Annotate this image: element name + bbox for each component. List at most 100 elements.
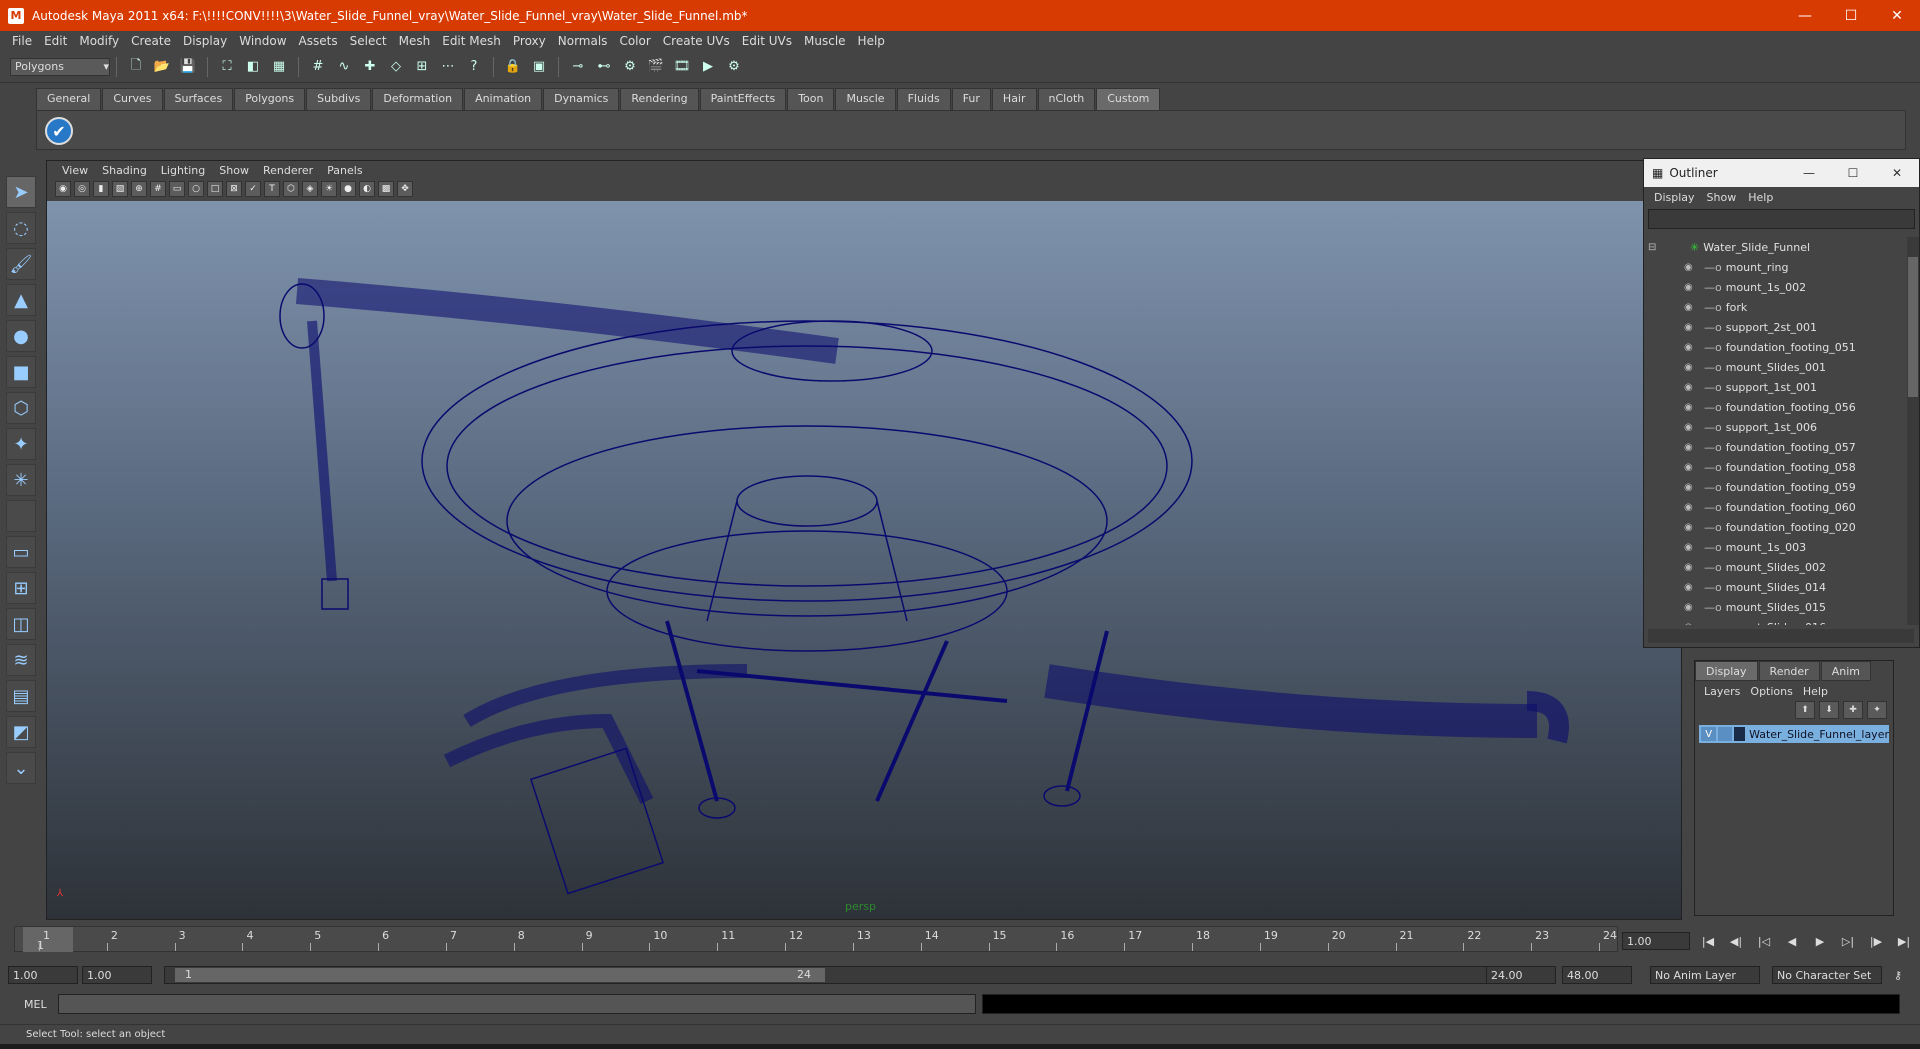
manipulator-tool-icon[interactable]: ⬡ xyxy=(6,392,36,424)
snap-grid-icon[interactable]: # xyxy=(307,56,329,78)
animation-end-field[interactable]: 48.00 xyxy=(1562,966,1632,984)
menu-edit[interactable]: Edit xyxy=(38,34,73,48)
outliner-item[interactable]: ◉ —o mount_Slides_016 xyxy=(1648,617,1906,626)
layer-visibility-toggle[interactable]: V xyxy=(1701,727,1717,741)
scale-tool-icon[interactable]: ■ xyxy=(6,356,36,388)
outliner-filter-input[interactable] xyxy=(1648,209,1915,229)
menu-file[interactable]: File xyxy=(6,34,38,48)
select-highlight-icon[interactable]: ▣ xyxy=(528,56,550,78)
maximize-button[interactable]: ☐ xyxy=(1828,0,1874,31)
image-plane-icon[interactable]: ▧ xyxy=(112,181,128,197)
play-backward-icon[interactable]: ◀ xyxy=(1778,932,1806,950)
safe-action-icon[interactable]: ○ xyxy=(188,181,204,197)
snap-curve-icon[interactable]: ∿ xyxy=(333,56,355,78)
shelf-tab-deformation[interactable]: Deformation xyxy=(372,88,464,110)
new-scene-icon[interactable]: 🗋 xyxy=(125,56,147,78)
render-current-icon[interactable]: 🎞 xyxy=(671,56,693,78)
shelf-tab-dynamics[interactable]: Dynamics xyxy=(543,88,620,110)
move-layer-up-icon[interactable]: ⬆ xyxy=(1795,701,1815,719)
character-set-dropdown[interactable]: No Character Set xyxy=(1772,966,1882,984)
rotate-tool-icon[interactable]: ● xyxy=(6,320,36,352)
mel-label[interactable]: MEL xyxy=(8,998,58,1011)
wire-on-shaded-icon[interactable]: ⬡ xyxy=(283,181,299,197)
collapse-icon[interactable]: ⊟ xyxy=(1648,242,1662,253)
step-forward-key-icon[interactable]: |▶ xyxy=(1862,932,1890,950)
menu-mesh[interactable]: Mesh xyxy=(393,34,437,48)
range-slider-track[interactable]: 1 24 xyxy=(164,966,1490,984)
ipr-render-icon[interactable]: ▶ xyxy=(697,56,719,78)
outliner-item[interactable]: ◉ —o mount_Slides_001 xyxy=(1648,357,1906,377)
mel-input[interactable] xyxy=(58,994,976,1014)
history-icon[interactable]: ⋯ xyxy=(437,56,459,78)
outliner-item[interactable]: ◉ —o mount_1s_002 xyxy=(1648,277,1906,297)
hypershade-layout-icon[interactable]: ◩ xyxy=(6,716,36,748)
outliner-item[interactable]: ◉ —o foundation_footing_020 xyxy=(1648,517,1906,537)
camera-attrs-icon[interactable]: ◎ xyxy=(74,181,90,197)
open-scene-icon[interactable]: 📂 xyxy=(151,56,173,78)
shelf-tab-fluids[interactable]: Fluids xyxy=(896,88,951,110)
soft-mod-tool-icon[interactable]: ✦ xyxy=(6,428,36,460)
shadows-icon[interactable]: ◐ xyxy=(359,181,375,197)
outliner-item[interactable]: ◉ —o mount_Slides_014 xyxy=(1648,577,1906,597)
smooth-shade-icon[interactable]: ✓ xyxy=(245,181,261,197)
close-button[interactable]: ✕ xyxy=(1874,0,1920,31)
shelf-tab-general[interactable]: General xyxy=(36,88,102,110)
outliner-close-button[interactable]: ✕ xyxy=(1875,166,1919,180)
shelf-tab-hair[interactable]: Hair xyxy=(991,88,1037,110)
shelf-tab-surfaces[interactable]: Surfaces xyxy=(163,88,234,110)
single-pane-layout-icon[interactable]: ▭ xyxy=(6,536,36,568)
camera-select-icon[interactable]: ◉ xyxy=(55,181,71,197)
shelf-tab-polygons[interactable]: Polygons xyxy=(234,88,306,110)
outliner-menu-help[interactable]: Help xyxy=(1742,191,1779,204)
outliner-item[interactable]: ◉ —o foundation_footing_060 xyxy=(1648,497,1906,517)
outliner-vertical-scrollbar[interactable] xyxy=(1907,237,1919,625)
resolution-gate-icon[interactable]: ⊕ xyxy=(131,181,147,197)
outliner-item[interactable]: ◉ —o fork xyxy=(1648,297,1906,317)
persp-outliner-layout-icon[interactable]: ▤ xyxy=(6,680,36,712)
shelf-tab-curves[interactable]: Curves xyxy=(102,88,163,110)
help-icon[interactable]: ? xyxy=(463,56,485,78)
menu-window[interactable]: Window xyxy=(233,34,292,48)
menu-assets[interactable]: Assets xyxy=(293,34,344,48)
animation-start-field[interactable]: 1.00 xyxy=(8,966,78,984)
select-tool-icon[interactable]: ➤ xyxy=(6,176,36,208)
outliner-item[interactable]: ◉ —o support_1st_006 xyxy=(1648,417,1906,437)
shelf-tab-ncloth[interactable]: nCloth xyxy=(1037,88,1096,110)
side-by-side-layout-icon[interactable]: ◫ xyxy=(6,608,36,640)
outliner-item[interactable]: ◉ —o foundation_footing_058 xyxy=(1648,457,1906,477)
move-layer-down-icon[interactable]: ⬇ xyxy=(1819,701,1839,719)
mode-selector[interactable]: Polygons ▾ xyxy=(10,57,110,76)
construction-history-icon[interactable]: ⚙ xyxy=(619,56,641,78)
outliner-menu-show[interactable]: Show xyxy=(1701,191,1743,204)
snap-plane-icon[interactable]: ◇ xyxy=(385,56,407,78)
outliner-item[interactable]: ◉ —o foundation_footing_051 xyxy=(1648,337,1906,357)
layer-name[interactable]: Water_Slide_Funnel_layer xyxy=(1749,728,1889,741)
new-layer-icon[interactable]: ✚ xyxy=(1843,701,1863,719)
menu-muscle[interactable]: Muscle xyxy=(798,34,852,48)
layer-tab-anim[interactable]: Anim xyxy=(1820,661,1871,681)
outliner-minimize-button[interactable]: — xyxy=(1787,166,1831,180)
viewport-menu-show[interactable]: Show xyxy=(212,164,256,177)
persp-graph-layout-icon[interactable]: ≋ xyxy=(6,644,36,676)
menu-color[interactable]: Color xyxy=(613,34,656,48)
render-view-icon[interactable]: 🎬 xyxy=(645,56,667,78)
select-object-icon[interactable]: ◧ xyxy=(242,56,264,78)
menu-create-uvs[interactable]: Create UVs xyxy=(657,34,736,48)
go-to-end-icon[interactable]: ▶| xyxy=(1890,932,1918,950)
layer-row[interactable]: V Water_Slide_Funnel_layer xyxy=(1699,725,1889,743)
play-forward-icon[interactable]: ▶ xyxy=(1806,932,1834,950)
last-tool-icon[interactable]: ✳ xyxy=(6,464,36,496)
move-tool-icon[interactable]: ▲ xyxy=(6,284,36,316)
key-icon[interactable]: ⚷ xyxy=(1894,969,1910,982)
outliner-maximize-button[interactable]: ☐ xyxy=(1831,166,1875,180)
viewport-canvas[interactable]: ⅄ persp xyxy=(47,201,1681,919)
menu-edit-uvs[interactable]: Edit UVs xyxy=(736,34,798,48)
viewport-menu-renderer[interactable]: Renderer xyxy=(256,164,320,177)
menu-proxy[interactable]: Proxy xyxy=(507,34,552,48)
menu-modify[interactable]: Modify xyxy=(73,34,125,48)
time-slider[interactable]: 1 1 2 3 4 5 6 7 8 9 10 11 12 13 14 15 16 17 18 19 20 21 22 23 2… xyxy=(14,926,1618,952)
viewport-menu-shading[interactable]: Shading xyxy=(95,164,154,177)
four-pane-layout-icon[interactable]: ⊞ xyxy=(6,572,36,604)
viewport-menu-panels[interactable]: Panels xyxy=(320,164,369,177)
film-gate-icon[interactable]: ▭ xyxy=(169,181,185,197)
